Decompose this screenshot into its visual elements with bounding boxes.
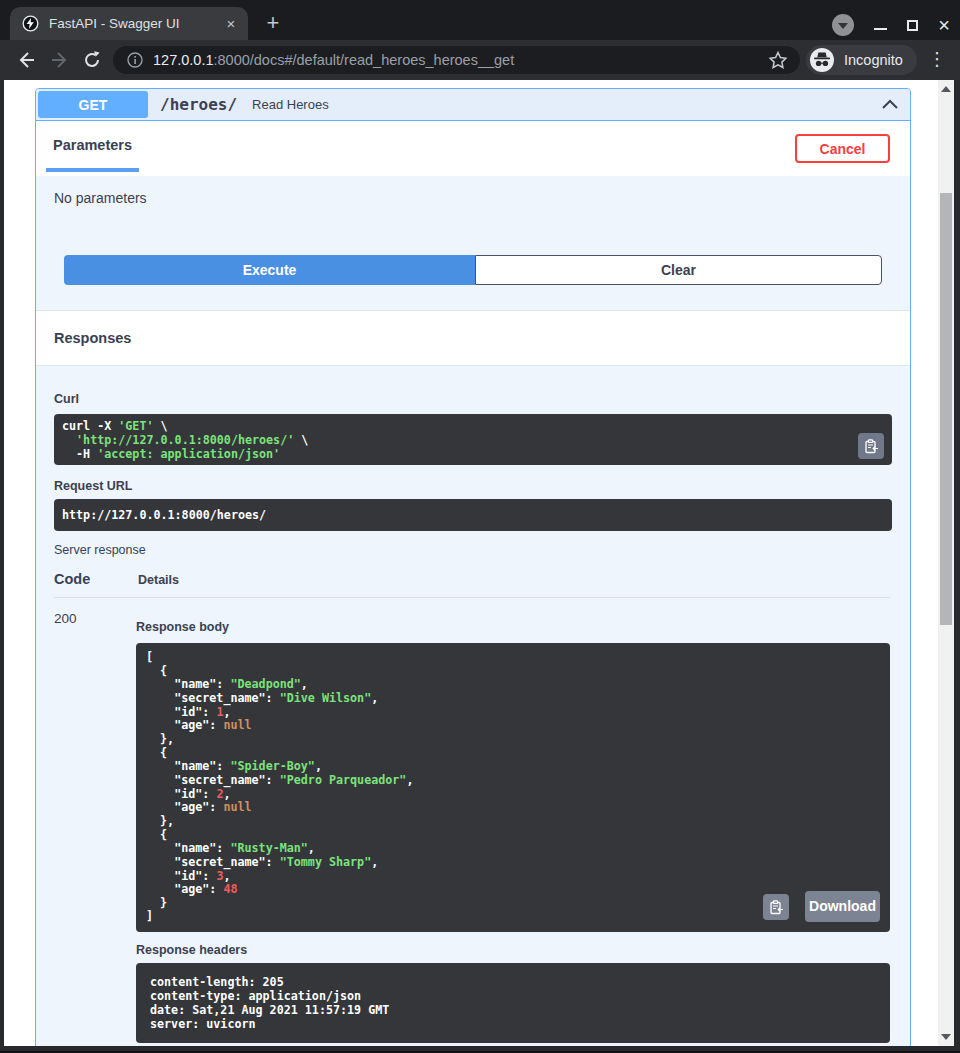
browser-tab-strip: FastAPI - Swagger UI × + × — [0, 0, 960, 40]
endpoint-path: /heroes/ — [160, 95, 237, 114]
browser-menu-icon[interactable]: ⋮ — [928, 48, 946, 70]
responses-body: Curl curl -X 'GET' \ 'http://127.0.0.1:8… — [36, 366, 910, 1043]
response-body-block: [ { "name": "Deadpond", "secret_name": "… — [136, 643, 890, 932]
copy-response-button[interactable] — [763, 894, 789, 920]
curl-command-block: curl -X 'GET' \ 'http://127.0.0.1:8000/h… — [54, 414, 892, 465]
url-text: 127.0.0.1:8000/docs#/default/read_heroes… — [153, 52, 768, 68]
window-frame-right — [954, 80, 960, 1053]
responses-title: Responses — [54, 330, 131, 346]
download-button[interactable]: Download — [805, 891, 880, 922]
request-url-block: http://127.0.0.1:8000/heroes/ — [54, 499, 892, 531]
server-response-label: Server response — [54, 543, 890, 557]
fastapi-favicon-icon — [22, 15, 39, 32]
cancel-button[interactable]: Cancel — [795, 134, 890, 163]
parameters-header: Parameters Cancel — [36, 121, 910, 176]
response-headers-block: content-length: 205 content-type: applic… — [136, 963, 890, 1043]
request-url-label: Request URL — [54, 479, 890, 493]
site-info-icon[interactable] — [127, 52, 143, 68]
no-parameters-text: No parameters — [36, 176, 910, 206]
browser-tab[interactable]: FastAPI - Swagger UI × — [10, 7, 248, 40]
opblock-body: No parameters Execute Clear Responses Cu… — [36, 176, 910, 1043]
code-column-header: Code — [54, 571, 138, 587]
tab-parameters[interactable]: Parameters — [53, 137, 132, 153]
swagger-page: GET /heroes/ Read Heroes Parameters Canc… — [4, 80, 938, 1046]
url-bar[interactable]: 127.0.0.1:8000/docs#/default/read_heroes… — [113, 46, 800, 74]
opblock-get-heroes: GET /heroes/ Read Heroes Parameters Canc… — [35, 88, 911, 1046]
page-scrollbar[interactable] — [938, 80, 954, 1046]
response-row-200: 200 Response body [ { "name": "Deadpond"… — [54, 598, 890, 1043]
browser-toolbar: 127.0.0.1:8000/docs#/default/read_heroes… — [0, 40, 960, 80]
window-maximize-button[interactable] — [907, 20, 918, 31]
response-table-header: Code Details — [54, 571, 890, 598]
method-badge: GET — [38, 91, 148, 118]
execute-button[interactable]: Execute — [64, 255, 475, 285]
bookmark-star-icon[interactable] — [768, 50, 788, 70]
status-code: 200 — [54, 598, 136, 1043]
new-tab-button[interactable]: + — [260, 11, 286, 37]
window-menu-button[interactable] — [832, 14, 854, 36]
collapse-chevron-icon[interactable] — [880, 95, 900, 115]
details-column-header: Details — [138, 573, 179, 587]
window-minimize-button[interactable] — [874, 28, 887, 30]
scrollbar-down-arrow[interactable] — [941, 1034, 951, 1040]
window-frame-left — [0, 80, 4, 1053]
window-frame-bottom — [0, 1046, 960, 1053]
scrollbar-thumb[interactable] — [940, 193, 952, 625]
tab-close-icon[interactable]: × — [222, 15, 240, 33]
window-close-button[interactable]: × — [938, 17, 950, 33]
response-body-label: Response body — [136, 620, 890, 634]
copy-curl-button[interactable] — [858, 433, 884, 459]
incognito-label: Incognito — [844, 52, 903, 68]
forward-button[interactable] — [49, 49, 71, 71]
response-headers-label: Response headers — [136, 943, 890, 957]
clear-button[interactable]: Clear — [475, 255, 882, 285]
incognito-badge: Incognito — [806, 45, 917, 75]
tab-title: FastAPI - Swagger UI — [49, 16, 222, 31]
reload-button[interactable] — [81, 49, 103, 71]
back-button[interactable] — [15, 49, 37, 71]
endpoint-summary: Read Heroes — [252, 97, 880, 112]
curl-label: Curl — [54, 392, 890, 406]
responses-section-header: Responses — [36, 310, 910, 366]
opblock-summary[interactable]: GET /heroes/ Read Heroes — [36, 89, 910, 121]
active-tab-underline — [46, 168, 139, 172]
clipboard-icon — [768, 899, 784, 915]
incognito-icon — [809, 47, 835, 73]
clipboard-icon — [863, 438, 879, 454]
scrollbar-up-arrow[interactable] — [941, 86, 951, 92]
